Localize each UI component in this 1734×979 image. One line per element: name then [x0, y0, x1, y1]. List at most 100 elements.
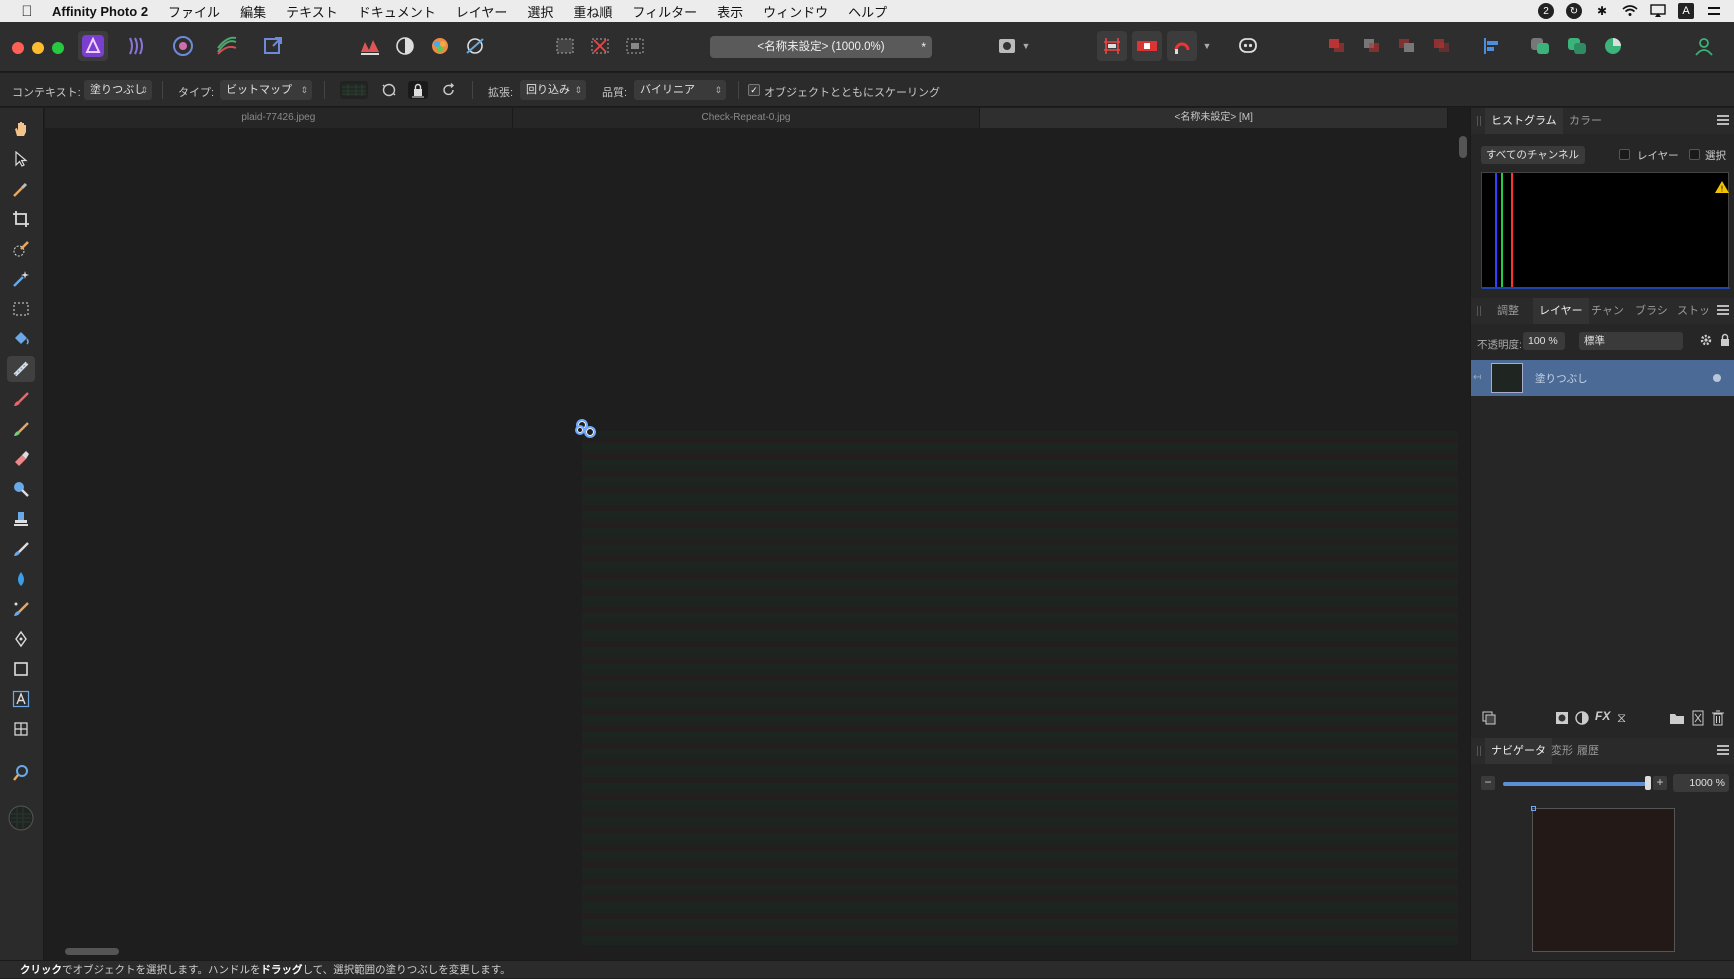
snapping-dropdown-icon[interactable]: ▼	[1199, 31, 1215, 61]
tab-brushes[interactable]: ブラシ	[1635, 298, 1668, 324]
tab-transform[interactable]: 変形	[1551, 738, 1573, 764]
mask-layer-icon[interactable]	[1555, 711, 1569, 730]
text-tool-icon[interactable]	[7, 686, 35, 712]
layer-row[interactable]: ↤ 塗りつぶし	[1471, 360, 1734, 396]
gradient-mid-handle[interactable]	[575, 425, 585, 435]
boolean-add-icon[interactable]	[1322, 31, 1352, 61]
panel-menu-icon[interactable]	[1717, 745, 1729, 757]
menu-help[interactable]: ヘルプ	[848, 2, 887, 21]
menu-window[interactable]: ウィンドウ	[763, 2, 828, 21]
canvas[interactable]	[45, 129, 1458, 945]
close-window-button[interactable]	[12, 42, 24, 54]
new-group-icon[interactable]	[1669, 711, 1685, 730]
marquee-tool-icon[interactable]	[7, 296, 35, 322]
menu-select[interactable]: 選択	[527, 2, 553, 21]
panel-menu-icon[interactable]	[1717, 115, 1729, 127]
erase-brush-tool-icon[interactable]	[7, 446, 35, 472]
sync-icon[interactable]: ↻	[1566, 3, 1582, 19]
menu-document[interactable]: ドキュメント	[358, 2, 436, 21]
vertical-scrollbar[interactable]	[1459, 136, 1467, 158]
zoom-in-button[interactable]: +	[1653, 776, 1667, 790]
app-name-menu[interactable]: Affinity Photo 2	[52, 4, 148, 19]
new-pixel-layer-icon[interactable]	[1691, 710, 1705, 731]
doc-tab[interactable]: plaid-77426.jpeg	[45, 108, 513, 128]
selection-checkbox[interactable]	[1689, 149, 1700, 160]
panel-menu-icon[interactable]	[1717, 305, 1729, 317]
airplay-icon[interactable]	[1650, 3, 1666, 19]
boolean-subtract-icon[interactable]	[1357, 31, 1387, 61]
arrange-layers-icon[interactable]	[1481, 710, 1497, 731]
dodge-tool-icon[interactable]	[7, 476, 35, 502]
zoom-slider-thumb[interactable]	[1645, 776, 1651, 790]
navigator-preview[interactable]	[1531, 806, 1675, 952]
view-tool-icon[interactable]	[7, 116, 35, 142]
zoom-out-button[interactable]: −	[1481, 776, 1495, 790]
notification-count-icon[interactable]: 2	[1538, 3, 1554, 19]
menu-file[interactable]: ファイル	[168, 2, 220, 21]
photo-persona-icon[interactable]	[78, 31, 108, 61]
levels-icon[interactable]	[355, 31, 385, 61]
blur-brush-tool-icon[interactable]	[7, 566, 35, 592]
layer-visibility-icon[interactable]	[1713, 374, 1721, 382]
arrange-front-icon[interactable]	[1525, 31, 1555, 61]
flood-fill-tool-icon[interactable]	[7, 326, 35, 352]
export-persona-icon[interactable]	[258, 31, 288, 61]
channel-select[interactable]: すべてのチャンネル	[1481, 146, 1585, 164]
control-center-icon[interactable]	[1706, 3, 1722, 19]
inpainting-brush-tool-icon[interactable]	[7, 536, 35, 562]
tab-navigator[interactable]: ナビゲータ	[1485, 738, 1552, 764]
tab-history[interactable]: 履歴	[1577, 738, 1599, 764]
auto-white-balance-icon[interactable]	[460, 31, 490, 61]
tab-color[interactable]: カラー	[1569, 108, 1602, 134]
develop-persona-icon[interactable]	[168, 31, 198, 61]
assistant-icon[interactable]	[1233, 31, 1263, 61]
fx-icon[interactable]: FX	[1595, 709, 1610, 723]
tab-histogram[interactable]: ヒストグラム	[1485, 108, 1563, 134]
clone-brush-tool-icon[interactable]	[7, 506, 35, 532]
tab-stock[interactable]: ストッ	[1677, 298, 1710, 324]
pen-tool-icon[interactable]	[7, 626, 35, 652]
tone-mapping-persona-icon[interactable]	[212, 31, 242, 61]
arrange-back-icon[interactable]	[1562, 31, 1592, 61]
lock-fill-icon[interactable]	[408, 81, 428, 99]
menu-view[interactable]: 表示	[717, 2, 743, 21]
menu-text[interactable]: テキスト	[286, 2, 338, 21]
gradient-end-handle[interactable]	[584, 426, 596, 438]
align-icon[interactable]	[1476, 31, 1506, 61]
doc-tab[interactable]: Check-Repeat-0.jpg	[513, 108, 981, 128]
crop-tool-icon[interactable]	[7, 206, 35, 232]
boolean-intersect-icon[interactable]	[1392, 31, 1422, 61]
fill-layer-image[interactable]	[582, 431, 1458, 945]
account-icon[interactable]	[1689, 31, 1719, 61]
layer-settings-icon[interactable]	[1699, 333, 1713, 352]
menu-filters[interactable]: フィルター	[632, 2, 697, 21]
lock-icon[interactable]	[1719, 333, 1731, 352]
wifi-icon[interactable]	[1622, 3, 1638, 19]
primary-color-swatch[interactable]	[7, 802, 35, 834]
arrange-forward-icon[interactable]	[1598, 31, 1628, 61]
retouch-brush-tool-icon[interactable]	[7, 596, 35, 622]
quality-select[interactable]: バイリニア ⇕	[634, 80, 726, 100]
input-source-icon[interactable]: A	[1678, 3, 1694, 19]
select-all-icon[interactable]	[550, 31, 580, 61]
delete-layer-icon[interactable]	[1711, 710, 1725, 731]
mesh-warp-tool-icon[interactable]	[7, 716, 35, 742]
liquify-persona-icon[interactable]	[122, 31, 152, 61]
quick-mask-dropdown-icon[interactable]: ▼	[1018, 31, 1034, 61]
move-tool-icon[interactable]	[7, 146, 35, 172]
blend-mode-select[interactable]: 標準	[1579, 332, 1683, 350]
doc-tab-active[interactable]: <名称未設定> [M]	[980, 108, 1449, 128]
tab-channels[interactable]: チャン	[1591, 298, 1624, 324]
context-select[interactable]: 塗りつぶし ⇕	[84, 80, 152, 100]
layer-checkbox[interactable]	[1619, 149, 1630, 160]
gradient-tool-icon[interactable]	[7, 356, 35, 382]
selection-brush-tool-icon[interactable]	[7, 236, 35, 262]
extend-select[interactable]: 回り込み ⇕	[520, 80, 586, 100]
rectangle-tool-icon[interactable]	[7, 656, 35, 682]
menu-edit[interactable]: 編集	[240, 2, 266, 21]
assistant-red-icon[interactable]	[1132, 31, 1162, 61]
expand-arrow-icon[interactable]: ↤	[1473, 372, 1481, 383]
snapping-icon[interactable]	[1097, 31, 1127, 61]
boolean-xor-icon[interactable]	[1427, 31, 1457, 61]
reverse-fill-icon[interactable]	[379, 81, 399, 99]
